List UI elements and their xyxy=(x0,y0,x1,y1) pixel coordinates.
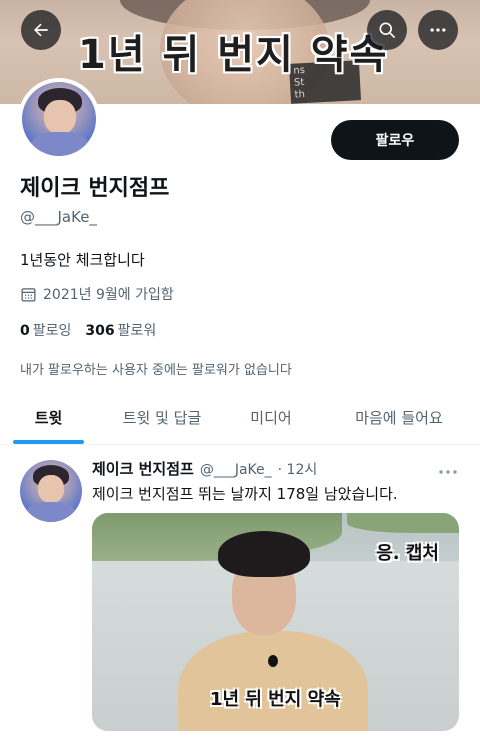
media-person-body xyxy=(178,631,368,731)
media-caption-bottom: 1년 뒤 번지 약속 xyxy=(210,689,341,710)
more-options-button[interactable] xyxy=(418,10,458,50)
following-count: 0 xyxy=(20,323,30,339)
followers-label: 팔로워 xyxy=(117,323,157,339)
profile-tabs: 트윗 트윗 및 답글 미디어 마음에 들어요 xyxy=(0,390,480,445)
follow-counts: 0 팔로잉 306 팔로워 xyxy=(20,320,156,340)
tweet-avatar-face xyxy=(38,475,64,503)
more-horizontal-icon xyxy=(430,28,446,32)
joined-date: 2021년 9월에 가입함 xyxy=(20,284,174,304)
banner-caption: 1년 뒤 번지 약속 xyxy=(78,32,389,78)
tweet-media-image[interactable]: 응. 캡처 1년 뒤 번지 약속 xyxy=(92,513,459,731)
tweet-timestamp[interactable]: · 12시 xyxy=(278,459,318,479)
following-link[interactable]: 0 팔로잉 xyxy=(20,320,71,340)
follow-button[interactable]: 팔로우 xyxy=(331,120,459,160)
media-person-hair xyxy=(218,531,310,577)
profile-handle: @___JaKe_ xyxy=(20,208,97,226)
joined-text: 2021년 9월에 가입함 xyxy=(43,287,174,303)
active-tab-indicator xyxy=(13,440,84,444)
media-microphone xyxy=(268,655,278,667)
search-button[interactable] xyxy=(367,10,407,50)
more-horizontal-icon xyxy=(439,470,457,474)
tweet-text: 제이크 번지점프 뛰는 날까지 178일 남았습니다. xyxy=(92,485,398,503)
following-label: 팔로잉 xyxy=(32,323,72,339)
followers-link[interactable]: 306 팔로워 xyxy=(85,320,156,340)
media-hill-right xyxy=(347,513,459,533)
profile-avatar[interactable] xyxy=(18,78,100,160)
followers-count: 306 xyxy=(85,323,115,339)
avatar-body xyxy=(30,132,90,156)
tweet-more-button[interactable] xyxy=(438,462,458,481)
profile-name: 제이크 번지점프 xyxy=(20,176,170,201)
tweet-author-handle[interactable]: @___JaKe_ xyxy=(200,462,272,478)
search-icon xyxy=(379,22,395,38)
followers-you-follow-note: 내가 팔로우하는 사용자 중에는 팔로워가 없습니다 xyxy=(20,363,292,378)
arrow-left-icon xyxy=(34,23,48,37)
tab-tweets-and-replies[interactable]: 트윗 및 답글 xyxy=(110,390,214,444)
avatar xyxy=(22,82,96,156)
tab-likes[interactable]: 마음에 들어요 xyxy=(340,390,458,444)
tab-tweets[interactable]: 트윗 xyxy=(13,390,84,444)
tweet-avatar-body xyxy=(26,502,76,522)
back-button[interactable] xyxy=(21,10,61,50)
tweet-avatar[interactable] xyxy=(20,460,82,522)
media-caption-top: 응. 캡처 xyxy=(376,543,439,564)
tweet-header: 제이크 번지점프 @___JaKe_ · 12시 xyxy=(92,458,317,479)
profile-bio: 1년동안 체크합니다 xyxy=(20,251,145,269)
avatar-face xyxy=(44,100,76,134)
tab-media[interactable]: 미디어 xyxy=(236,390,306,444)
calendar-icon xyxy=(21,287,36,302)
tweet-author-name[interactable]: 제이크 번지점프 xyxy=(92,458,194,479)
